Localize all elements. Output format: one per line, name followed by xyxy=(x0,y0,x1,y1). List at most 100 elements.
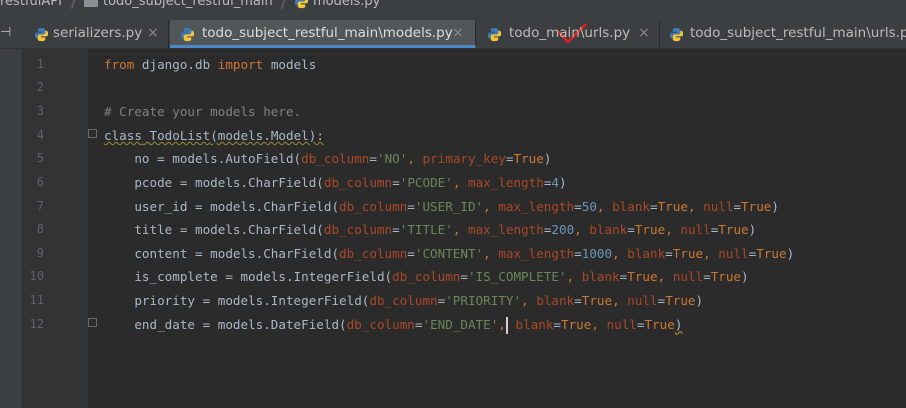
breadcrumb-item-project[interactable]: restfulAPI xyxy=(0,0,62,9)
token: = xyxy=(650,199,658,214)
token: priority = models.IntegerField( xyxy=(104,293,370,308)
tab-label: todo_main\urls.py xyxy=(509,25,631,41)
token: , xyxy=(665,222,681,237)
token: is_complete = models.IntegerField( xyxy=(104,269,393,284)
kwarg: null xyxy=(718,246,749,261)
token: True xyxy=(710,269,742,284)
token: (models.Model): xyxy=(210,128,324,143)
string: 'END_DATE' xyxy=(422,317,499,332)
token: ) xyxy=(674,317,683,332)
python-file-icon xyxy=(34,27,49,42)
token: = xyxy=(460,269,468,284)
token: user_id = models.CharField( xyxy=(104,199,340,214)
breadcrumb-label: restfulAPI xyxy=(0,0,62,9)
string: 'CONTENT' xyxy=(414,246,484,261)
kwarg: db_column xyxy=(323,222,393,237)
string: 'NO' xyxy=(376,151,408,166)
kwarg: blank xyxy=(515,317,554,332)
tab-scroll-left-icon[interactable]: ⊣ xyxy=(0,25,11,40)
token: = xyxy=(733,199,742,214)
token: = xyxy=(665,246,673,261)
token: = xyxy=(574,246,582,261)
folder-icon xyxy=(84,0,98,7)
token: = xyxy=(703,269,711,284)
tab-todo-main-urls-py[interactable]: todo_main\urls.py × xyxy=(477,20,660,48)
fold-toggle-icon[interactable] xyxy=(88,318,97,327)
token: True xyxy=(665,293,696,308)
kwarg: null xyxy=(627,293,658,308)
token: , xyxy=(566,269,582,284)
breadcrumb-label: todo_subject_restful_main xyxy=(103,0,273,9)
line-number: 11 xyxy=(29,293,44,307)
tab-restful-main-urls-py[interactable]: todo_subject_restful_main\urls.py xyxy=(661,20,906,48)
breadcrumb-item-folder[interactable]: todo_subject_restful_main xyxy=(84,0,273,9)
kwarg: db_column xyxy=(339,246,408,261)
close-icon[interactable]: × xyxy=(638,25,650,41)
kwarg: null xyxy=(606,317,637,332)
python-file-icon xyxy=(180,27,195,42)
code-line-4: class TodoList(models.Model): xyxy=(104,124,324,148)
string: 'TITLE' xyxy=(399,222,453,237)
tab-label: todo_subject_restful_main\urls.py xyxy=(690,25,906,41)
close-icon[interactable]: × xyxy=(452,25,464,41)
token: title = models.CharField( xyxy=(104,222,324,237)
fold-toggle-icon[interactable] xyxy=(88,129,97,138)
tab-models-py[interactable]: todo_subject_restful_main\models.py × xyxy=(170,20,588,48)
token: , xyxy=(407,151,423,166)
string: 'USER_ID' xyxy=(414,199,484,214)
token: ) xyxy=(695,293,704,308)
kwarg: blank xyxy=(627,246,666,261)
token: , xyxy=(452,222,468,237)
token: , xyxy=(498,317,506,332)
token: ) xyxy=(741,269,749,284)
token: , xyxy=(703,246,719,261)
token: end_date = models.DateField( xyxy=(104,317,347,332)
close-icon[interactable]: × xyxy=(147,25,159,41)
kwarg: blank xyxy=(581,269,620,284)
token: True xyxy=(581,293,613,308)
kwarg: db_column xyxy=(392,269,461,284)
tab-label: todo_subject_restful_main\models.py xyxy=(202,25,453,41)
line-number: 10 xyxy=(29,269,44,283)
line-number: 12 xyxy=(29,317,44,331)
kwarg: db_column xyxy=(346,317,415,332)
line-number: 5 xyxy=(36,151,44,165)
line-number: 3 xyxy=(36,104,44,118)
kwarg: max_length xyxy=(467,222,544,237)
kwarg: primary_key xyxy=(422,151,506,166)
token: = xyxy=(407,246,415,261)
token: True xyxy=(756,246,787,261)
token: content = models.CharField( xyxy=(104,246,340,261)
python-file-icon xyxy=(487,27,502,42)
token: True xyxy=(627,269,658,284)
token: = xyxy=(505,151,514,166)
code-line-11: priority = models.IntegerField(db_column… xyxy=(104,289,703,313)
token: class xyxy=(104,128,142,143)
code-editor[interactable]: from django.db import models # Create yo… xyxy=(104,49,794,379)
token: = xyxy=(407,199,415,214)
token: = xyxy=(392,175,400,190)
token: , xyxy=(452,175,468,190)
token: True xyxy=(741,199,772,214)
string: 'IS_COMPLETE' xyxy=(467,269,567,284)
token: = xyxy=(574,293,582,308)
token: , xyxy=(521,293,537,308)
number: 4 xyxy=(551,175,559,190)
line-number: 2 xyxy=(36,80,44,94)
line-number: 9 xyxy=(36,246,44,260)
token: django.db xyxy=(134,57,218,72)
token: from xyxy=(104,57,135,72)
token: pcode = models.CharField( xyxy=(104,175,324,190)
breadcrumb-separator: / xyxy=(71,0,77,11)
token: True xyxy=(672,246,704,261)
kwarg: null xyxy=(703,199,734,214)
token: , xyxy=(612,293,628,308)
kwarg: blank xyxy=(536,293,575,308)
token: import xyxy=(217,57,264,72)
python-file-icon xyxy=(669,27,684,42)
breadcrumb-item-file[interactable]: models.py xyxy=(294,0,380,9)
tab-serializers-py[interactable]: serializers.py × xyxy=(26,20,169,48)
string: 'PRIORITY' xyxy=(445,293,522,308)
token: True xyxy=(644,317,675,332)
